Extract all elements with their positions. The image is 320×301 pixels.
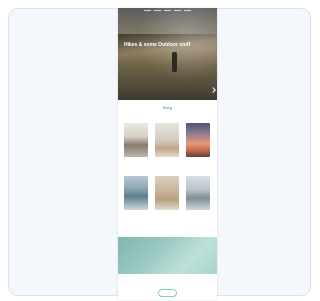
hero-title: Hikes & some Outdoor stuff (124, 42, 191, 48)
nav-item[interactable] (174, 9, 181, 11)
website-preview[interactable]: Hikes & some Outdoor stuff Blog (118, 8, 217, 300)
blog-tile-image[interactable] (155, 123, 179, 157)
footer-logo-icon[interactable] (158, 289, 177, 297)
blog-tile-image[interactable] (155, 176, 179, 210)
nav-item[interactable] (154, 9, 161, 11)
newsletter-banner (118, 237, 217, 274)
blog-tile-image[interactable] (124, 123, 148, 157)
blog-tile-image[interactable] (186, 123, 210, 157)
top-navigation (118, 8, 217, 12)
nav-item[interactable] (164, 9, 171, 11)
blog-tile-image[interactable] (186, 176, 210, 210)
hero-person (172, 52, 177, 72)
nav-item[interactable] (144, 9, 151, 11)
nav-item[interactable] (184, 9, 191, 11)
blog-tile-image[interactable] (124, 176, 148, 210)
hero-image (118, 8, 217, 100)
section-title: Blog (163, 105, 172, 110)
hero-subtitle (124, 49, 210, 52)
